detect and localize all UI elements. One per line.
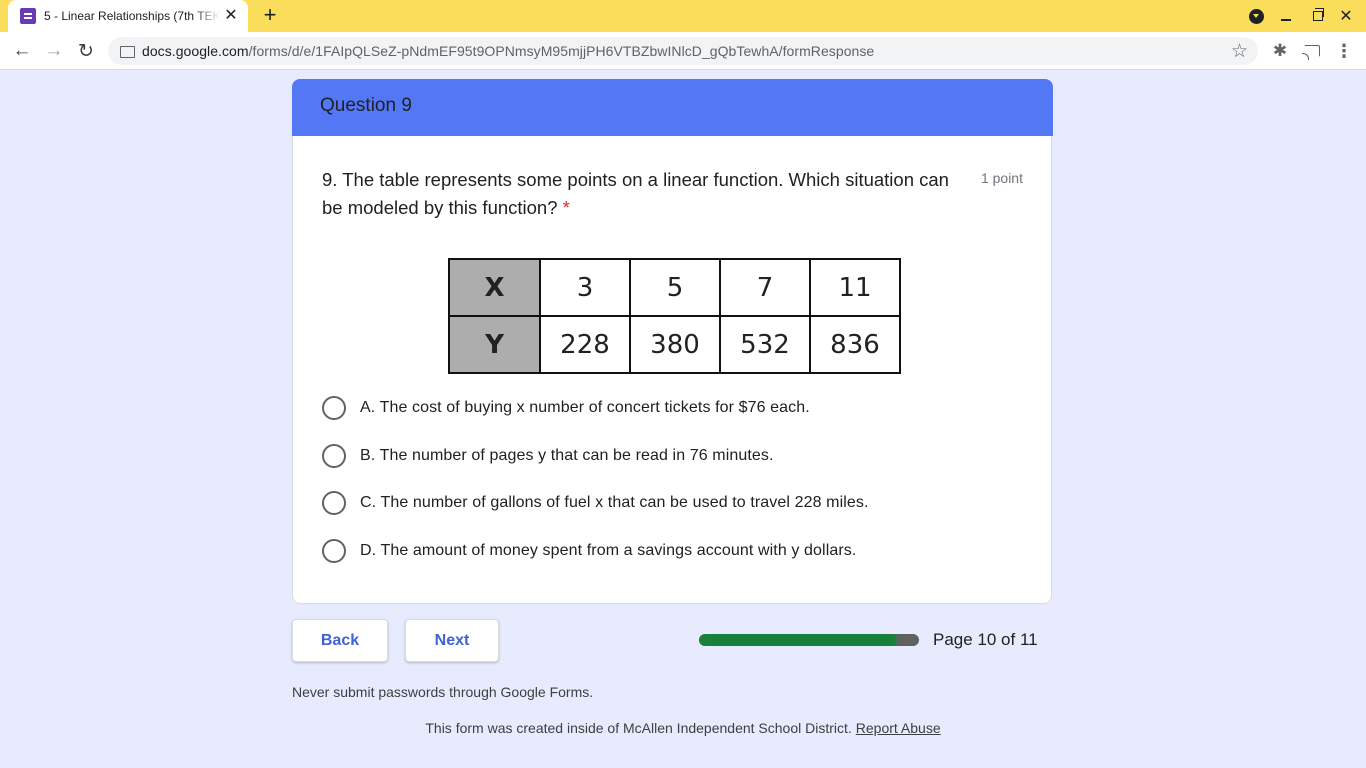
section-header: Question 9: [292, 79, 1053, 136]
y-row: Y 228 380 532 836: [448, 315, 901, 374]
url-host: docs.google.com: [142, 43, 249, 59]
option-b[interactable]: B. The number of pages y that can be rea…: [322, 443, 774, 469]
y-cell: 532: [719, 315, 811, 374]
extensions-puzzle-icon[interactable]: ✱: [1269, 40, 1291, 62]
forward-arrow-icon[interactable]: →: [42, 39, 66, 63]
restore-icon[interactable]: [1308, 6, 1328, 26]
x-row: X 3 5 7 11: [448, 258, 901, 317]
x-cell: 7: [719, 258, 811, 317]
report-abuse-link[interactable]: Report Abuse: [856, 720, 941, 736]
url-text[interactable]: docs.google.com/forms/d/e/1FAIpQLSeZ-pNd…: [142, 43, 874, 59]
tab-search-icon[interactable]: [1246, 6, 1266, 26]
reload-icon[interactable]: ↻: [74, 39, 98, 63]
browser-menu-icon[interactable]: ⋮: [1333, 40, 1355, 62]
option-a[interactable]: A. The cost of buying x number of concer…: [322, 395, 810, 421]
page-indicator: Page 10 of 11: [933, 630, 1038, 649]
question-points: 1 point: [980, 170, 1023, 186]
option-d-label[interactable]: D. The amount of money spent from a savi…: [360, 542, 856, 560]
new-tab-button[interactable]: +: [259, 4, 281, 27]
option-a-label[interactable]: A. The cost of buying x number of concer…: [360, 399, 810, 417]
browser-toolbar: ← → ↻ docs.google.com/forms/d/e/1FAIpQLS…: [0, 32, 1366, 70]
section-title: Question 9: [320, 95, 412, 116]
required-asterisk: *: [562, 197, 570, 218]
google-forms-logo: [596, 762, 666, 768]
password-warning: Never submit passwords through Google Fo…: [292, 684, 594, 700]
question-body: 9. The table represents some points on a…: [322, 169, 949, 218]
back-arrow-icon[interactable]: ←: [10, 39, 34, 63]
tab-close-icon[interactable]: ✕: [222, 7, 240, 25]
tab-title: 5 - Linear Relationships (7th TEK: [44, 9, 220, 23]
x-header-cell: X: [448, 258, 541, 317]
question-card: 9. The table represents some points on a…: [292, 136, 1052, 604]
radio-button-c[interactable]: [322, 491, 346, 515]
option-c[interactable]: C. The number of gallons of fuel x that …: [322, 490, 869, 516]
next-button[interactable]: Next: [405, 619, 499, 662]
window-close-icon[interactable]: ✕: [1336, 6, 1356, 26]
cast-icon[interactable]: [1301, 40, 1323, 62]
google-forms-icon: [20, 8, 36, 24]
address-bar[interactable]: docs.google.com/forms/d/e/1FAIpQLSeZ-pNd…: [108, 37, 1258, 65]
x-cell: 3: [539, 258, 631, 317]
progress-bar-fill: [699, 634, 897, 646]
y-cell: 380: [629, 315, 721, 374]
url-path: /forms/d/e/1FAIpQLSeZ-pNdmEF95t9OPNmsyM9…: [248, 43, 875, 59]
form-footer: This form was created inside of McAllen …: [0, 720, 1366, 736]
created-by-text: This form was created inside of McAllen …: [425, 720, 852, 736]
radio-button-d[interactable]: [322, 539, 346, 563]
x-cell: 5: [629, 258, 721, 317]
minimize-icon[interactable]: [1276, 6, 1296, 26]
browser-tabstrip: 5 - Linear Relationships (7th TEK ✕ + ✕: [0, 0, 1366, 32]
y-cell: 836: [809, 315, 901, 374]
radio-button-a[interactable]: [322, 396, 346, 420]
site-info-icon[interactable]: [120, 45, 135, 58]
option-d[interactable]: D. The amount of money spent from a savi…: [322, 538, 856, 564]
back-button[interactable]: Back: [292, 619, 388, 662]
question-text: 9. The table represents some points on a…: [322, 166, 962, 222]
radio-button-b[interactable]: [322, 444, 346, 468]
option-c-label[interactable]: C. The number of gallons of fuel x that …: [360, 494, 869, 512]
browser-tab[interactable]: 5 - Linear Relationships (7th TEK ✕: [8, 0, 248, 32]
y-cell: 228: [539, 315, 631, 374]
y-header-cell: Y: [448, 315, 541, 374]
bookmark-star-icon[interactable]: ☆: [1231, 40, 1248, 63]
x-cell: 11: [809, 258, 901, 317]
option-b-label[interactable]: B. The number of pages y that can be rea…: [360, 447, 774, 465]
xy-table-image: X 3 5 7 11 Y 228 380 532 836: [448, 258, 901, 374]
progress-bar: [699, 634, 919, 646]
